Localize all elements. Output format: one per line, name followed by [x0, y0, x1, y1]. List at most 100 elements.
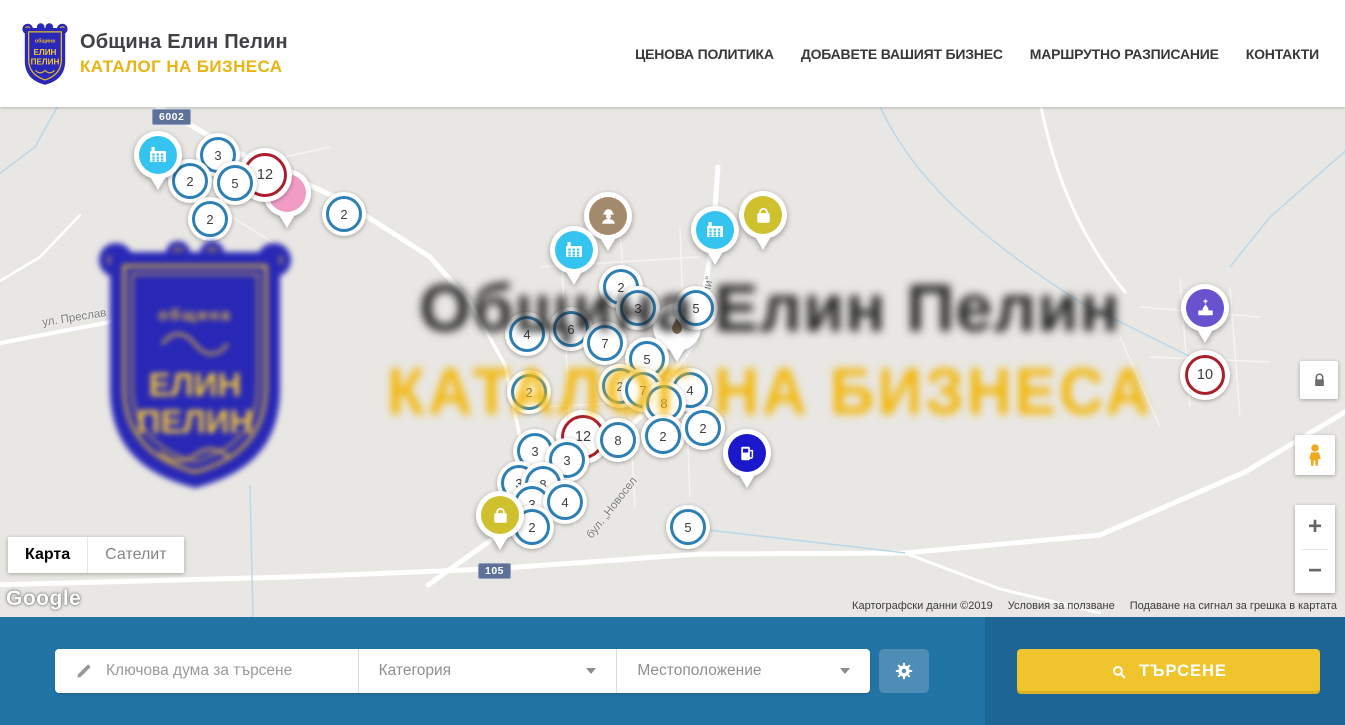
- map-view-button[interactable]: Карта: [8, 537, 87, 573]
- map-data-copyright: Картографски данни ©2019: [852, 600, 993, 612]
- search-fields: Категория Местоположение: [55, 649, 870, 693]
- pin-tail: [754, 235, 772, 250]
- map-pin-factory[interactable]: [691, 206, 739, 268]
- cluster-count: 6: [567, 322, 574, 337]
- svg-text:ПЕЛИН: ПЕЛИН: [31, 57, 60, 66]
- location-select[interactable]: Местоположение: [617, 649, 870, 693]
- cluster-count: 7: [601, 336, 608, 351]
- category-select[interactable]: Категория: [359, 649, 617, 693]
- cluster-marker[interactable]: 5: [674, 286, 718, 330]
- municipality-crest-icon: община ЕЛИН ПЕЛИН: [20, 19, 70, 89]
- nav-item-3[interactable]: МАРШРУТНО РАЗПИСАНИЕ: [1030, 46, 1219, 62]
- cluster-count: 2: [659, 429, 666, 444]
- cluster-count: 12: [257, 167, 273, 183]
- cluster-count: 8: [614, 433, 621, 448]
- cluster-count: 5: [231, 176, 238, 191]
- search-icon: [1110, 663, 1128, 681]
- google-logo[interactable]: Google: [6, 587, 81, 611]
- pin-tail: [668, 347, 686, 362]
- cluster-marker[interactable]: 2: [641, 414, 685, 458]
- chevron-down-icon: [840, 668, 850, 674]
- pin-tail: [599, 236, 617, 251]
- map-pin-bag[interactable]: [739, 191, 787, 253]
- keyword-search-input[interactable]: [106, 662, 358, 680]
- pin-tail: [491, 535, 509, 550]
- factory-icon: [703, 218, 727, 242]
- cluster-count: 3: [214, 148, 221, 163]
- cluster-marker[interactable]: 7: [583, 321, 627, 365]
- zoom-control: + −: [1295, 505, 1335, 593]
- site-title: Община Елин Пелин: [80, 31, 288, 54]
- cluster-marker[interactable]: 2: [507, 370, 551, 414]
- report-map-error-link[interactable]: Подаване на сигнал за грешка в картата: [1130, 600, 1337, 612]
- shopping-bag-icon: [489, 504, 512, 527]
- satellite-view-button[interactable]: Сателит: [87, 537, 183, 573]
- pin-tail: [565, 270, 583, 285]
- map-pin-fuel[interactable]: [723, 429, 771, 491]
- street-view-pegman-button[interactable]: [1295, 435, 1335, 475]
- location-select-label: Местоположение: [637, 662, 761, 680]
- cluster-count: 10: [1197, 367, 1213, 383]
- svg-text:община: община: [35, 37, 55, 44]
- advanced-search-button[interactable]: [879, 649, 929, 693]
- header: община ЕЛИН ПЕЛИН Община Елин Пелин КАТА…: [0, 0, 1345, 107]
- map-pin-church[interactable]: [1181, 284, 1229, 346]
- map-pin-bag[interactable]: [476, 491, 524, 553]
- cluster-count: 4: [523, 327, 530, 342]
- zoom-in-button[interactable]: +: [1295, 505, 1335, 549]
- map-pin-factory[interactable]: [134, 131, 182, 193]
- road-number-badge: 105: [478, 563, 511, 579]
- gear-icon: [893, 660, 915, 682]
- map-attribution: Картографски данни ©2019 Условия за полз…: [852, 600, 1337, 612]
- pin-tail: [1196, 328, 1214, 343]
- pegman-icon: [1302, 442, 1328, 468]
- fuel-pump-icon: [736, 442, 759, 465]
- svg-text:ЕЛИН: ЕЛИН: [34, 47, 57, 56]
- cluster-count: 4: [686, 383, 693, 398]
- lock-button[interactable]: [1300, 361, 1338, 399]
- cluster-count: 2: [186, 174, 193, 189]
- cluster-marker[interactable]: 2: [681, 406, 725, 450]
- map-pin-factory[interactable]: [550, 226, 598, 288]
- zoom-out-button[interactable]: −: [1295, 550, 1335, 594]
- pin-disc: [728, 434, 766, 472]
- main-nav: ЦЕНОВА ПОЛИТИКА ДОБАВЕТЕ ВАШИЯТ БИЗНЕС МАР…: [635, 46, 1345, 62]
- site-subtitle: КАТАЛОГ НА БИЗНЕСА: [80, 57, 288, 77]
- worker-icon: [597, 205, 620, 228]
- cluster-marker[interactable]: 5: [666, 505, 710, 549]
- pin-tail: [706, 250, 724, 265]
- search-bar: Категория Местоположение: [0, 617, 1345, 725]
- factory-icon: [146, 143, 170, 167]
- nav-item-2[interactable]: ДОБАВЕТЕ ВАШИЯТ БИЗНЕС: [801, 46, 1003, 62]
- map-canvas[interactable]: 6002105ул. Преславбул. „Новоселции“ 3212…: [0, 107, 1345, 617]
- cluster-count: 5: [684, 520, 691, 535]
- search-submit-button[interactable]: ТЪРСЕНЕ: [1017, 649, 1320, 694]
- site-logo[interactable]: община ЕЛИН ПЕЛИН Община Елин Пелин КАТА…: [0, 19, 288, 89]
- cluster-count: 2: [699, 421, 706, 436]
- map-type-control: Карта Сателит: [8, 537, 184, 573]
- factory-icon: [562, 238, 586, 262]
- cluster-marker[interactable]: 10: [1180, 350, 1230, 400]
- cluster-count: 2: [528, 520, 535, 535]
- cluster-count: 3: [634, 301, 641, 316]
- cluster-marker[interactable]: 3: [616, 286, 660, 330]
- cluster-count: 5: [643, 352, 650, 367]
- keyword-field[interactable]: [55, 649, 358, 693]
- pin-disc: [1186, 289, 1224, 327]
- cluster-count: 3: [563, 453, 570, 468]
- cluster-marker[interactable]: 4: [505, 312, 549, 356]
- nav-item-4[interactable]: КОНТАКТИ: [1246, 46, 1319, 62]
- pencil-icon: [74, 661, 94, 681]
- chevron-down-icon: [586, 668, 596, 674]
- cluster-count: 5: [692, 301, 699, 316]
- terms-of-use-link[interactable]: Условия за ползване: [1008, 600, 1115, 612]
- cluster-count: 2: [525, 385, 532, 400]
- shopping-bag-icon: [752, 204, 775, 227]
- lock-icon: [1310, 371, 1329, 390]
- cluster-marker[interactable]: 2: [188, 197, 232, 241]
- nav-item-1[interactable]: ЦЕНОВА ПОЛИТИКА: [635, 46, 774, 62]
- pin-tail: [738, 473, 756, 488]
- cluster-count: 8: [660, 396, 667, 411]
- cluster-marker[interactable]: 2: [322, 192, 366, 236]
- cluster-marker[interactable]: 8: [596, 418, 640, 462]
